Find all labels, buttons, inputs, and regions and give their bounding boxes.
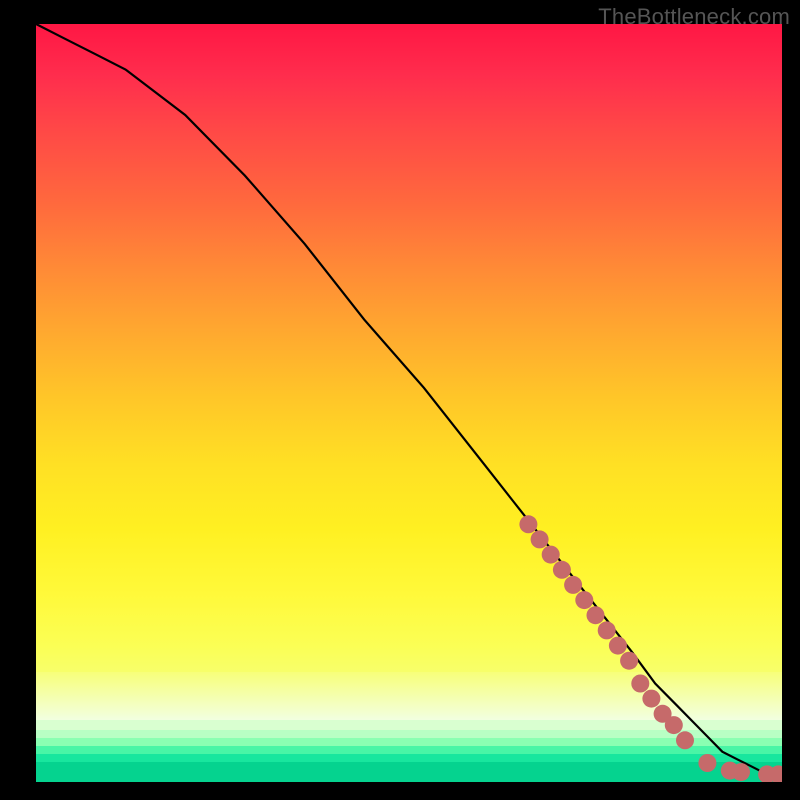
marker-dot bbox=[575, 591, 593, 609]
marker-dot bbox=[553, 561, 571, 579]
marker-dot bbox=[531, 530, 549, 548]
watermark-text: TheBottleneck.com bbox=[598, 4, 790, 30]
marker-dot bbox=[631, 675, 649, 693]
marker-dot bbox=[698, 754, 716, 772]
marker-dot bbox=[609, 637, 627, 655]
marker-dot bbox=[587, 606, 605, 624]
marker-dot bbox=[564, 576, 582, 594]
bottleneck-curve bbox=[36, 24, 782, 782]
marker-dot bbox=[665, 716, 683, 734]
marker-dot bbox=[620, 652, 638, 670]
marker-dot bbox=[732, 763, 750, 781]
marker-dot bbox=[676, 731, 694, 749]
chart-svg bbox=[36, 24, 782, 782]
curve-markers bbox=[519, 515, 782, 782]
chart-frame: TheBottleneck.com bbox=[0, 0, 800, 800]
marker-dot bbox=[519, 515, 537, 533]
marker-dot bbox=[642, 690, 660, 708]
marker-dot bbox=[542, 546, 560, 564]
marker-dot bbox=[598, 621, 616, 639]
plot-area bbox=[36, 24, 782, 782]
